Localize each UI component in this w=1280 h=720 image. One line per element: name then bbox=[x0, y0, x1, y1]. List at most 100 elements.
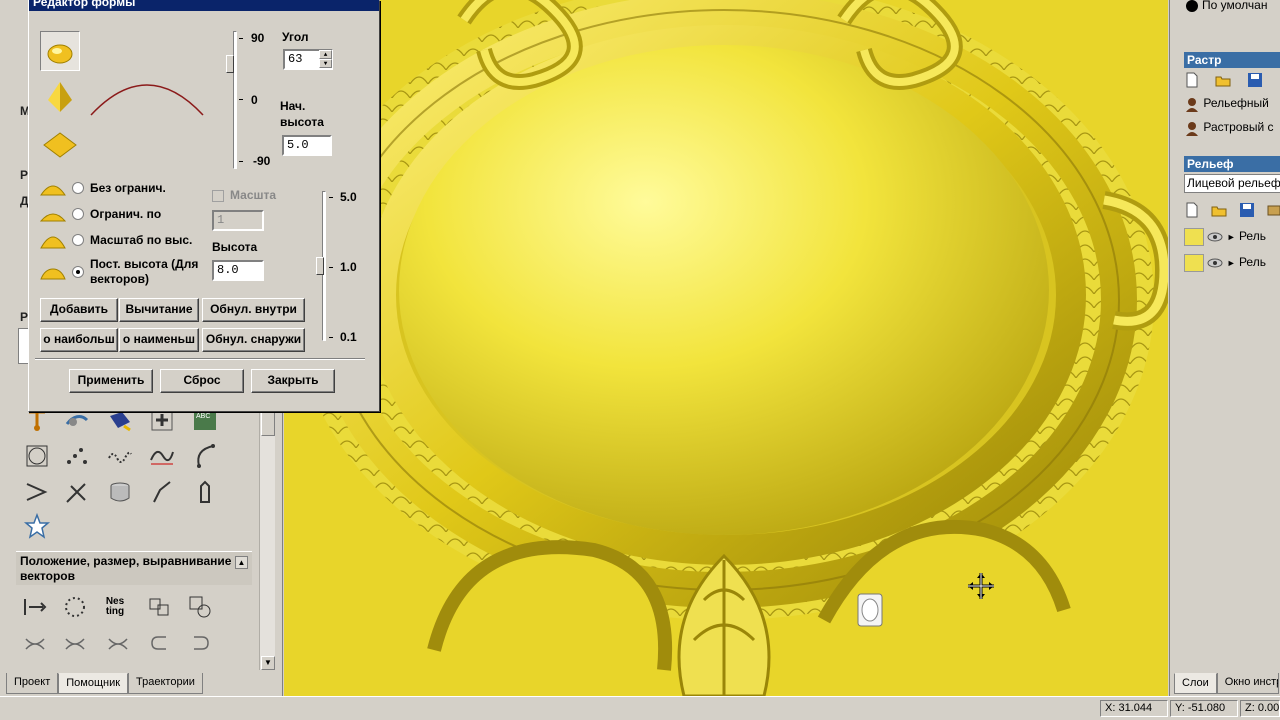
arrow-icon[interactable] bbox=[22, 477, 52, 507]
relief-layer-input[interactable]: Лицевой рельеф bbox=[1184, 174, 1280, 193]
pyramid-shape-icon[interactable] bbox=[40, 77, 80, 117]
radio-scale-by-height[interactable] bbox=[72, 234, 84, 246]
height-input[interactable]: 8.0 bbox=[212, 260, 264, 281]
relief-render bbox=[284, 0, 1168, 696]
scale-checkbox[interactable] bbox=[212, 190, 224, 202]
open-folder-icon[interactable] bbox=[1211, 202, 1227, 218]
dialog-title[interactable]: Редактор формы bbox=[29, 0, 379, 11]
collapse-arrow-icon[interactable]: ▲ bbox=[235, 556, 248, 569]
relief-thumbnail-icon bbox=[1184, 254, 1204, 272]
angle-spinner[interactable]: ▲ ▼ bbox=[319, 50, 332, 69]
tab-layers[interactable]: Слои bbox=[1174, 673, 1217, 694]
radio-unlimited[interactable] bbox=[72, 182, 84, 194]
raster-layer-label: Растровый с bbox=[1203, 120, 1274, 135]
angle-tick-zero: 0 bbox=[251, 93, 258, 107]
zero-inside-button[interactable]: Обнул. внутри bbox=[202, 298, 305, 322]
curve-mirror-icon[interactable] bbox=[103, 628, 133, 658]
array-icon[interactable] bbox=[145, 592, 175, 622]
reset-button[interactable]: Сброс bbox=[160, 369, 244, 393]
option-unlimited[interactable]: Без огранич. bbox=[40, 175, 166, 201]
scrollbar-thumb[interactable] bbox=[261, 410, 275, 436]
hand-icon[interactable] bbox=[190, 477, 220, 507]
shape-combine-icon[interactable] bbox=[185, 592, 215, 622]
3d-viewport[interactable] bbox=[284, 0, 1168, 696]
tab-tool-window[interactable]: Окно инстр bbox=[1216, 673, 1279, 694]
left-panel-tabs: Проект Помощник Траектории bbox=[6, 673, 203, 695]
portrait-icon bbox=[1184, 96, 1200, 112]
section-header-position-size[interactable]: Положение, размер, выравнивание векторов… bbox=[16, 551, 252, 585]
dome-limited-icon bbox=[40, 213, 66, 222]
expand-arrow-icon[interactable]: ► bbox=[1227, 258, 1236, 268]
coord-x: X: 31.044 bbox=[1100, 700, 1168, 717]
save-icon[interactable] bbox=[1239, 202, 1255, 218]
coord-z: Z: 0.00 bbox=[1240, 700, 1280, 717]
start-height-label: Нач. высота bbox=[280, 99, 324, 129]
flat-shape-icon[interactable] bbox=[40, 125, 80, 165]
close-button[interactable]: Закрыть bbox=[251, 369, 335, 393]
star-icon[interactable] bbox=[22, 511, 52, 541]
profile-curve-preview bbox=[90, 84, 204, 116]
tab-project[interactable]: Проект bbox=[6, 673, 59, 694]
subtract-button[interactable]: Вычитание bbox=[119, 298, 199, 322]
add-button[interactable]: Добавить bbox=[40, 298, 118, 322]
relief-layer-label: Рель bbox=[1238, 255, 1266, 270]
bend-icon[interactable] bbox=[147, 477, 177, 507]
curve-tools-row bbox=[20, 628, 260, 658]
zero-outside-button[interactable]: Обнул. снаружи bbox=[202, 328, 305, 352]
height-slider-thumb[interactable] bbox=[316, 257, 324, 275]
apply-button[interactable]: Применить bbox=[69, 369, 153, 393]
merge-highest-button[interactable]: о наибольш bbox=[40, 328, 118, 352]
left-panel-scrollbar[interactable]: ▼ bbox=[259, 410, 275, 670]
arc-icon[interactable] bbox=[190, 441, 220, 471]
dome-shape-icon[interactable] bbox=[40, 31, 80, 71]
circle-dots-icon[interactable] bbox=[60, 592, 90, 622]
curve-close-icon[interactable] bbox=[185, 628, 215, 658]
relief-layer-2[interactable]: ► Рель bbox=[1184, 254, 1266, 272]
option-limit-to[interactable]: Огранич. по bbox=[40, 201, 161, 227]
raster-toolbar bbox=[1184, 72, 1263, 88]
expand-arrow-icon[interactable]: ► bbox=[1227, 232, 1236, 242]
curve-up-icon[interactable] bbox=[20, 628, 50, 658]
radio-limit-to[interactable] bbox=[72, 208, 84, 220]
option-label: Масштаб по выс. bbox=[90, 232, 193, 247]
cut-icon[interactable] bbox=[62, 477, 92, 507]
save-icon[interactable] bbox=[1247, 72, 1263, 88]
new-file-icon[interactable] bbox=[1184, 72, 1200, 88]
option-scale-by-height[interactable]: Масштаб по выс. bbox=[40, 227, 192, 253]
start-height-input[interactable]: 5.0 bbox=[282, 135, 332, 156]
tab-toolpaths[interactable]: Траектории bbox=[128, 673, 203, 694]
scale-input[interactable]: 1 bbox=[212, 210, 264, 231]
grid-icon[interactable] bbox=[22, 441, 52, 471]
align-left-icon[interactable] bbox=[20, 592, 50, 622]
merge-lowest-button[interactable]: о наименьш bbox=[119, 328, 199, 352]
relief-tool-icon[interactable] bbox=[1266, 202, 1280, 218]
relief-layer-1[interactable]: ► Рель bbox=[1184, 228, 1266, 246]
raster-layer-1[interactable]: Рельефный bbox=[1184, 96, 1269, 112]
svg-text:ABC: ABC bbox=[196, 413, 210, 420]
scroll-down-arrow-icon[interactable]: ▼ bbox=[261, 656, 275, 670]
radio-constant-height[interactable] bbox=[72, 266, 84, 278]
default-item-label: По умолчан bbox=[1202, 0, 1268, 12]
tab-assistant[interactable]: Помощник bbox=[58, 673, 129, 694]
wave-icon[interactable] bbox=[105, 441, 135, 471]
scale-label: Масшта bbox=[230, 188, 277, 202]
relief-thumbnail-icon bbox=[1184, 228, 1204, 246]
option-constant-height[interactable]: Пост. высота (Для векторов) bbox=[40, 255, 210, 289]
curve-down-icon[interactable] bbox=[60, 628, 90, 658]
angle-slider-track[interactable] bbox=[233, 31, 237, 169]
new-file-icon[interactable] bbox=[1184, 202, 1200, 218]
nesting-icon[interactable]: Nes ting bbox=[100, 592, 130, 622]
eye-icon[interactable] bbox=[1207, 229, 1223, 245]
angle-input[interactable]: 63 ▲ ▼ bbox=[283, 49, 333, 70]
cylinder-icon[interactable] bbox=[105, 477, 135, 507]
dots-icon[interactable] bbox=[62, 441, 92, 471]
curve-icon[interactable] bbox=[147, 441, 177, 471]
open-folder-icon[interactable] bbox=[1215, 72, 1231, 88]
raster-layer-2[interactable]: Растровый с bbox=[1184, 120, 1274, 136]
curve-open-icon[interactable] bbox=[145, 628, 175, 658]
dome-constant-icon bbox=[40, 268, 66, 280]
default-item[interactable]: По умолчан bbox=[1186, 0, 1267, 12]
eye-icon[interactable] bbox=[1207, 255, 1223, 271]
angle-tick-max: 90 bbox=[251, 31, 265, 45]
angle-slider-thumb[interactable] bbox=[226, 55, 234, 73]
